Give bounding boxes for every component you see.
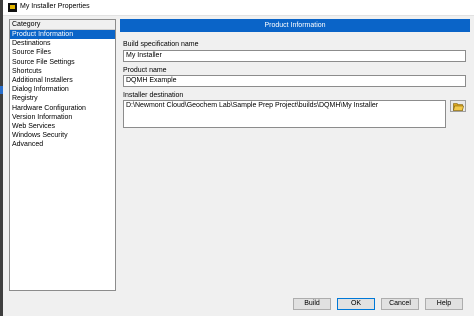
- build-button[interactable]: Build: [293, 298, 331, 310]
- product-name-label: Product name: [123, 67, 167, 74]
- category-item-source-file-settings[interactable]: Source File Settings: [10, 58, 115, 67]
- browse-folder-button[interactable]: [450, 100, 466, 112]
- build-spec-input[interactable]: My Installer: [123, 50, 466, 62]
- category-item-windows-security[interactable]: Windows Security: [10, 131, 115, 140]
- installer-destination-input[interactable]: D:\Newmont Cloud\Geochem Lab\Sample Prep…: [123, 100, 446, 128]
- category-item-registry[interactable]: Registry: [10, 94, 115, 103]
- title-bar[interactable]: My Installer Properties: [3, 0, 474, 16]
- category-item-dialog-information[interactable]: Dialog Information: [10, 85, 115, 94]
- category-item-version-information[interactable]: Version Information: [10, 113, 115, 122]
- window-title: My Installer Properties: [20, 3, 90, 10]
- category-list[interactable]: Category Product Information Destination…: [9, 19, 116, 291]
- category-item-web-services[interactable]: Web Services: [10, 122, 115, 131]
- category-item-destinations[interactable]: Destinations: [10, 39, 115, 48]
- panel-header: Product Information: [120, 19, 470, 32]
- build-spec-label: Build specification name: [123, 41, 199, 48]
- background-window-edge: [0, 0, 3, 316]
- category-item-product-information[interactable]: Product Information: [10, 30, 115, 40]
- category-item-hardware-configuration[interactable]: Hardware Configuration: [10, 104, 115, 113]
- product-name-input[interactable]: DQMH Example: [123, 75, 466, 87]
- category-item-source-files[interactable]: Source Files: [10, 48, 115, 57]
- folder-open-icon: [453, 103, 464, 111]
- category-item-shortcuts[interactable]: Shortcuts: [10, 67, 115, 76]
- background-window-accent: [0, 86, 3, 94]
- cancel-button[interactable]: Cancel: [381, 298, 419, 310]
- installer-destination-label: Installer destination: [123, 92, 184, 99]
- product-information-panel: Product Information Build specification …: [120, 19, 470, 291]
- category-list-header: Category: [10, 20, 115, 30]
- help-button[interactable]: Help: [425, 298, 463, 310]
- ok-button[interactable]: OK: [337, 298, 375, 310]
- category-item-advanced[interactable]: Advanced: [10, 140, 115, 149]
- app-icon: [8, 3, 17, 12]
- category-item-additional-installers[interactable]: Additional Installers: [10, 76, 115, 85]
